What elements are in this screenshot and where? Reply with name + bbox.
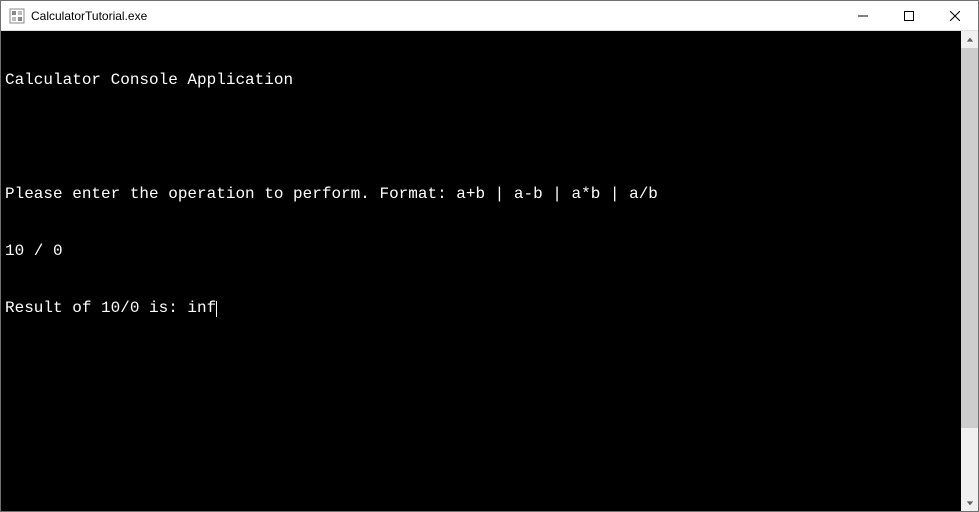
scroll-up-button[interactable] <box>961 31 978 48</box>
console-line: Result of 10/0 is: inf <box>5 299 957 318</box>
text-cursor <box>216 301 217 317</box>
window-controls <box>840 1 978 30</box>
close-button[interactable] <box>932 1 978 30</box>
console-text: Result of 10/0 is: inf <box>5 299 216 317</box>
minimize-button[interactable] <box>840 1 886 30</box>
vertical-scrollbar[interactable] <box>961 31 978 511</box>
window-title: CalculatorTutorial.exe <box>31 9 147 23</box>
console-line: Please enter the operation to perform. F… <box>5 185 957 204</box>
console-wrapper: Calculator Console Application Please en… <box>1 31 978 511</box>
console-line: 10 / 0 <box>5 242 957 261</box>
scroll-thumb[interactable] <box>961 48 978 428</box>
app-icon <box>9 8 25 24</box>
console-output[interactable]: Calculator Console Application Please en… <box>1 31 961 511</box>
maximize-button[interactable] <box>886 1 932 30</box>
window-titlebar[interactable]: CalculatorTutorial.exe <box>1 1 978 31</box>
scroll-down-button[interactable] <box>961 494 978 511</box>
console-line: Calculator Console Application <box>5 71 957 90</box>
scroll-track[interactable] <box>961 48 978 494</box>
console-line <box>5 128 957 147</box>
